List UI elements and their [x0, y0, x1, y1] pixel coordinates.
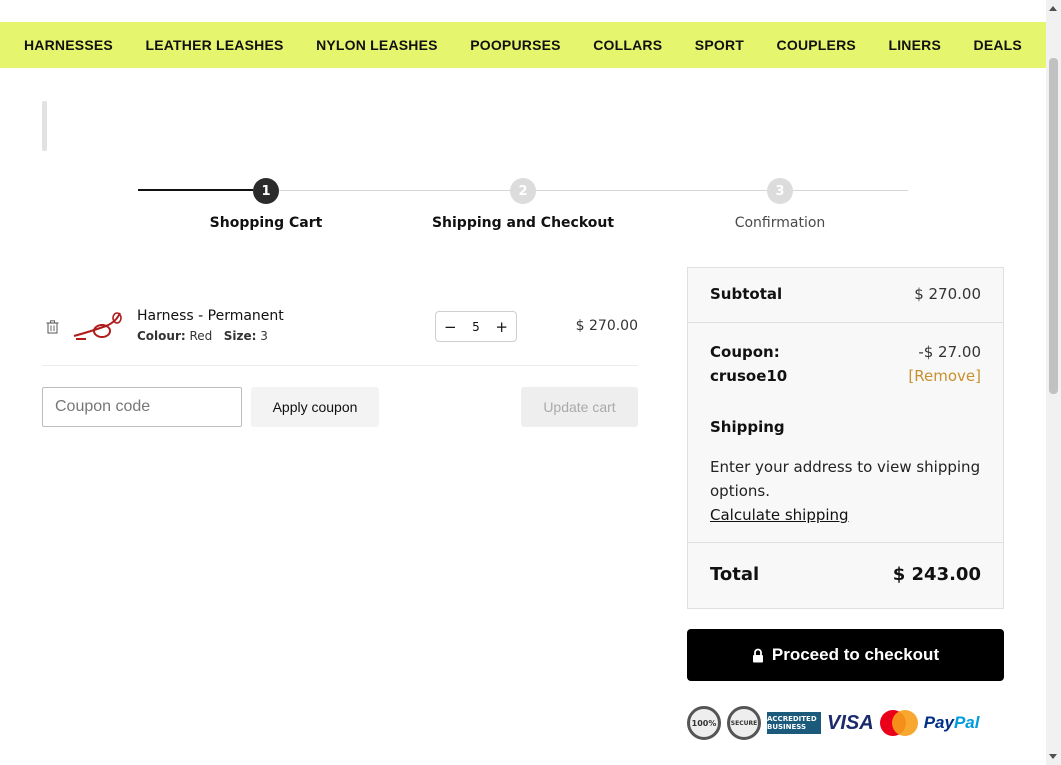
product-variant: Colour: Red Size: 3	[137, 329, 268, 343]
nav-nylon-leashes[interactable]: NYLON LEASHES	[316, 37, 438, 53]
colour-value: Red	[189, 329, 213, 343]
step-2-number: 2	[510, 178, 536, 204]
coupon-row: Coupon: crusoe10 -$ 27.00 [Remove]	[710, 340, 981, 388]
remove-coupon-link[interactable]: [Remove]	[908, 364, 981, 388]
step-line-1	[138, 189, 253, 191]
step-line-3	[536, 190, 767, 191]
scroll-up-icon[interactable]	[1049, 6, 1057, 11]
order-summary: Subtotal $ 270.00 Coupon: crusoe10 -$ 27…	[687, 267, 1004, 609]
total-value: $ 243.00	[892, 564, 981, 585]
apply-coupon-button[interactable]: Apply coupon	[251, 387, 379, 427]
size-label: Size:	[223, 329, 257, 343]
subtotal-value: $ 270.00	[914, 285, 981, 303]
shipping-label: Shipping	[710, 418, 785, 436]
nav-liners[interactable]: LINERS	[888, 37, 941, 53]
calc-shipping-row: Calculate shipping	[710, 503, 981, 527]
seal-secure-text: SECURE	[730, 719, 758, 727]
bbb-badge-icon: ACCREDITED BUSINESS	[767, 712, 821, 734]
nav-harnesses[interactable]: HARNESSES	[24, 37, 113, 53]
total-row: Total $ 243.00	[710, 564, 981, 585]
nav-couplers[interactable]: COUPLERS	[777, 37, 856, 53]
notice-bar	[42, 101, 47, 151]
main-nav: HARNESSES LEATHER LEASHES NYLON LEASHES …	[0, 22, 1046, 68]
coupon-discount: -$ 27.00	[918, 343, 981, 361]
calculate-shipping-link[interactable]: Calculate shipping	[710, 506, 849, 524]
nav-collars[interactable]: COLLARS	[593, 37, 662, 53]
trust-badges: 100% SECURE ACCREDITED BUSINESS VISA Pay…	[687, 703, 1004, 743]
step-1-label: Shopping Cart	[209, 215, 323, 231]
step-line-2	[279, 190, 510, 191]
checkout-steps: 1 2 3 Shopping Cart Shipping and Checkou…	[138, 175, 908, 235]
checkout-label: Proceed to checkout	[771, 645, 940, 664]
plus-icon[interactable]: +	[495, 318, 508, 336]
quantity-stepper: − 5 +	[435, 311, 517, 342]
divider	[688, 322, 1003, 323]
nav-sport[interactable]: SPORT	[695, 37, 744, 53]
product-thumbnail[interactable]	[72, 309, 124, 343]
coupon-input[interactable]	[42, 387, 242, 427]
nav-poopurses[interactable]: POOPURSES	[470, 37, 561, 53]
step-3-number: 3	[767, 178, 793, 204]
proceed-to-checkout-button[interactable]: Proceed to checkout	[687, 629, 1004, 681]
update-cart-button[interactable]: Update cart	[521, 387, 638, 427]
mastercard-icon	[879, 710, 918, 736]
visa-icon: VISA	[827, 711, 874, 734]
scroll-down-icon[interactable]	[1049, 754, 1057, 759]
paypal-pal: Pal	[953, 713, 980, 732]
shipping-text: Enter your address to view shipping opti…	[710, 458, 981, 500]
paypal-icon: PayPal	[924, 713, 980, 733]
seal-text: 100%	[691, 718, 717, 728]
scroll-thumb[interactable]	[1049, 58, 1058, 394]
step-3-label: Confirmation	[734, 215, 826, 231]
lock-icon	[752, 648, 763, 662]
subtotal-row: Subtotal $ 270.00	[710, 285, 981, 303]
step-1-number: 1	[253, 178, 279, 204]
paypal-pay: Pay	[923, 713, 954, 732]
minus-icon[interactable]: −	[444, 318, 457, 336]
step-2-label: Shipping and Checkout	[431, 215, 615, 231]
colour-label: Colour:	[137, 329, 186, 343]
guarantee-seal-icon: 100%	[687, 706, 721, 740]
scrollbar[interactable]	[1046, 0, 1061, 765]
cart-item-row: Harness - Permanent Colour: Red Size: 3 …	[42, 298, 638, 366]
product-name[interactable]: Harness - Permanent	[137, 308, 284, 324]
bbb-text: ACCREDITED BUSINESS	[767, 715, 817, 731]
trash-icon[interactable]	[46, 320, 59, 334]
nav-deals[interactable]: DEALS	[974, 37, 1022, 53]
total-label: Total	[710, 564, 760, 585]
secure-seal-icon: SECURE	[727, 706, 761, 740]
size-value: 3	[260, 329, 268, 343]
divider	[688, 542, 1003, 543]
nav-leather-leashes[interactable]: LEATHER LEASHES	[145, 37, 283, 53]
subtotal-label: Subtotal	[710, 285, 783, 303]
quantity-value[interactable]: 5	[472, 320, 480, 334]
step-line-4	[793, 190, 908, 191]
item-price: $ 270.00	[575, 318, 638, 334]
